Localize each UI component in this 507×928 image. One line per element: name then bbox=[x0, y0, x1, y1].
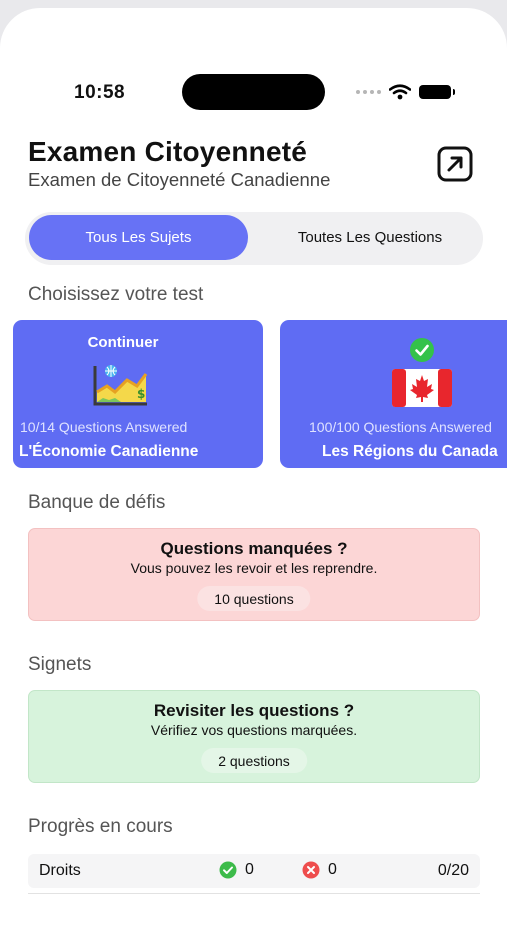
page-title: Examen Citoyenneté bbox=[28, 136, 308, 167]
correct-count: 0 bbox=[219, 861, 254, 879]
dynamic-island bbox=[182, 74, 325, 110]
bookmarks-subtitle: Vérifiez vos questions marquées. bbox=[150, 722, 358, 738]
subject-segmented-control: Tous Les Sujets Toutes Les Questions bbox=[25, 212, 483, 265]
correct-value: 0 bbox=[245, 861, 254, 878]
bookmarks-count: 2 questions bbox=[201, 748, 307, 773]
completed-check-icon bbox=[410, 338, 434, 362]
missed-questions-count: 10 questions bbox=[197, 586, 311, 611]
page-subtitle: Examen de Citoyenneté Canadienne bbox=[28, 169, 331, 190]
tab-all-questions[interactable]: Toutes Les Questions bbox=[265, 215, 475, 260]
battery-icon bbox=[419, 85, 455, 99]
subject-total: 0/20 bbox=[437, 862, 469, 879]
phone-screen: 10:58 Examen Citoyenneté Examen de Citoy… bbox=[0, 8, 507, 928]
card-progress-text: 10/14 Questions Answered bbox=[20, 419, 188, 435]
missed-questions-title: Questions manquées ? bbox=[160, 539, 348, 558]
wrong-count: 0 bbox=[302, 861, 337, 879]
card-title: L'Économie Canadienne bbox=[19, 443, 199, 460]
missed-questions-subtitle: Vous pouvez les revoir et les reprendre. bbox=[130, 560, 378, 576]
bookmarked-questions-card[interactable]: Revisiter les questions ? Vérifiez vos q… bbox=[28, 690, 480, 783]
progress-section-label: Progrès en cours bbox=[28, 816, 173, 837]
subject-name: Droits bbox=[39, 862, 81, 879]
tab-all-subjects[interactable]: Tous Les Sujets bbox=[29, 215, 248, 260]
test-card[interactable]: 100/100 Questions Answered Les Régions d… bbox=[280, 320, 507, 468]
continue-label: Continuer bbox=[87, 334, 159, 351]
tests-section-label: Choisissez votre test bbox=[28, 284, 204, 305]
check-circle-icon bbox=[219, 861, 237, 879]
wifi-icon bbox=[389, 84, 411, 100]
status-time: 10:58 bbox=[74, 82, 126, 103]
status-icons bbox=[356, 84, 455, 100]
missed-questions-card[interactable]: Questions manquées ? Vous pouvez les rev… bbox=[28, 528, 480, 621]
progress-row[interactable]: Droits 0 0 0/20 bbox=[28, 854, 480, 888]
share-icon[interactable] bbox=[436, 145, 474, 183]
card-progress-text: 100/100 Questions Answered bbox=[309, 419, 492, 435]
challenge-section-label: Banque de défis bbox=[28, 492, 166, 513]
svg-text:$: $ bbox=[137, 387, 145, 401]
bookmarks-title: Revisiter les questions ? bbox=[153, 701, 355, 720]
growth-chart-icon: $ bbox=[93, 365, 148, 406]
test-card[interactable]: Continuer $ 10/14 Questions Answered L'É… bbox=[13, 320, 263, 468]
card-title: Les Régions du Canada bbox=[322, 443, 498, 460]
signal-icon bbox=[356, 90, 381, 94]
canada-flag-icon bbox=[392, 369, 452, 407]
wrong-value: 0 bbox=[328, 861, 337, 878]
x-circle-icon bbox=[302, 861, 320, 879]
bookmarks-section-label: Signets bbox=[28, 654, 92, 675]
divider bbox=[28, 893, 480, 894]
